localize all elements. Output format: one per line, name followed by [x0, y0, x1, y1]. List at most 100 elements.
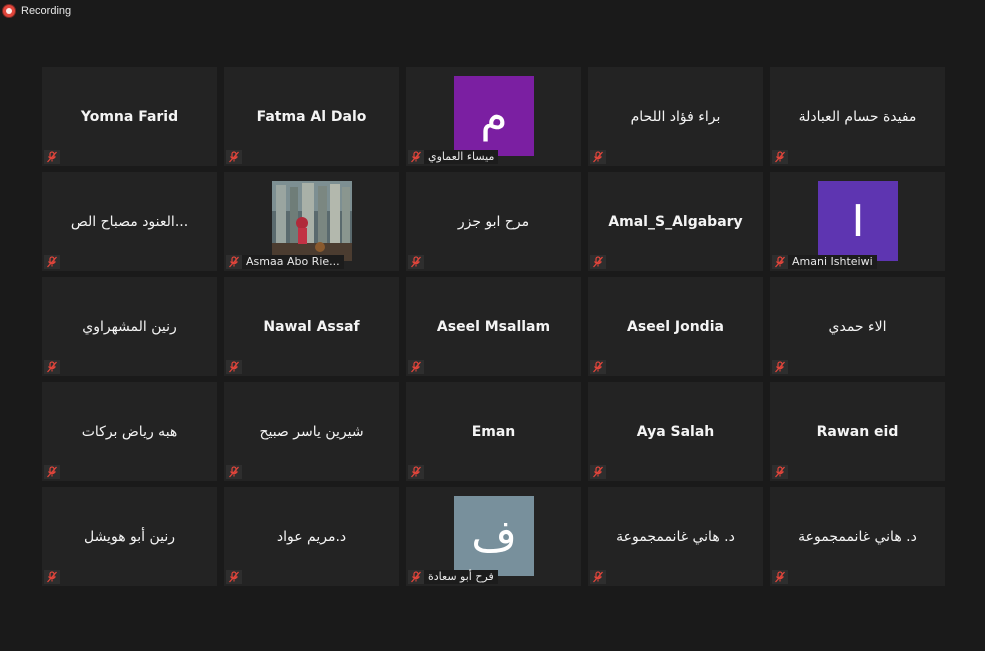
muted-mic-icon	[408, 150, 424, 164]
participant-tile[interactable]: رنين المشهراوي	[42, 277, 217, 376]
participant-tile[interactable]: رنين أبو هويشل	[42, 487, 217, 586]
muted-mic-icon	[229, 571, 239, 583]
muted-mic-icon	[593, 256, 603, 268]
muted-mic-icon	[408, 360, 424, 374]
participant-tile[interactable]: شيرين ياسر صبيح	[224, 382, 399, 481]
muted-mic-icon	[775, 151, 785, 163]
participant-gallery: Yomna Farid Fatma Al Dalo م ميساء العماوي بر…	[42, 67, 945, 586]
muted-mic-icon	[590, 360, 606, 374]
avatar: ف	[454, 496, 534, 576]
muted-mic-icon	[411, 466, 421, 478]
muted-mic-icon	[590, 570, 606, 584]
muted-mic-icon	[590, 150, 606, 164]
participant-name: Eman	[471, 423, 516, 440]
participant-tile[interactable]: Fatma Al Dalo	[224, 67, 399, 166]
muted-mic-icon	[226, 465, 242, 479]
participant-tile[interactable]: Aseel Msallam	[406, 277, 581, 376]
participant-tile[interactable]: Eman	[406, 382, 581, 481]
participant-tile[interactable]: مفيدة حسام العبادلة	[770, 67, 945, 166]
participant-tile[interactable]: مرح ابو جزر	[406, 172, 581, 271]
participant-tile[interactable]: Nawal Assaf	[224, 277, 399, 376]
participant-tile[interactable]: د.مريم عواد	[224, 487, 399, 586]
muted-mic-icon	[772, 150, 788, 164]
muted-mic-icon	[411, 256, 421, 268]
muted-mic-icon	[229, 466, 239, 478]
muted-mic-icon	[411, 361, 421, 373]
participant-tile[interactable]: Yomna Farid	[42, 67, 217, 166]
participant-tile[interactable]: Rawan eid	[770, 382, 945, 481]
participant-tile[interactable]: براء فؤاد اللحام	[588, 67, 763, 166]
participant-name: مفيدة حسام العبادلة	[798, 108, 917, 125]
recording-label: Recording	[21, 5, 72, 17]
muted-mic-icon	[593, 466, 603, 478]
participant-name-label: ميساء العماوي	[424, 150, 499, 164]
participant-name: العنود مصباح الص...	[70, 213, 189, 230]
participant-name: Fatma Al Dalo	[256, 108, 367, 125]
muted-mic-icon	[593, 361, 603, 373]
muted-mic-icon	[229, 151, 239, 163]
participant-name: رنين أبو هويشل	[83, 528, 176, 545]
muted-mic-icon	[772, 360, 788, 374]
muted-mic-icon	[229, 256, 239, 268]
muted-mic-icon	[772, 465, 788, 479]
recording-icon	[3, 5, 15, 17]
participant-tile[interactable]: الاء حمدي	[770, 277, 945, 376]
avatar: I	[818, 181, 898, 261]
muted-mic-icon	[772, 255, 788, 269]
participant-name-label: Amani Ishteiwi	[788, 255, 877, 269]
participant-name: Rawan eid	[816, 423, 899, 440]
muted-mic-icon	[226, 570, 242, 584]
participant-tile[interactable]: هبه رياض بركات	[42, 382, 217, 481]
muted-mic-icon	[44, 255, 60, 269]
participant-name-label: Asmaa Abo Rie...	[242, 255, 344, 269]
participant-tile[interactable]: العنود مصباح الص...	[42, 172, 217, 271]
muted-mic-icon	[47, 151, 57, 163]
muted-mic-icon	[47, 256, 57, 268]
muted-mic-icon	[44, 570, 60, 584]
participant-tile[interactable]: ف فرح أبو سعادة	[406, 487, 581, 586]
participant-name: مرح ابو جزر	[457, 213, 530, 230]
muted-mic-icon	[44, 465, 60, 479]
muted-mic-icon	[47, 361, 57, 373]
participant-name: Aya Salah	[636, 423, 715, 440]
muted-mic-icon	[226, 360, 242, 374]
participant-name: Nawal Assaf	[263, 318, 360, 335]
muted-mic-icon	[408, 255, 424, 269]
muted-mic-icon	[775, 256, 785, 268]
participant-tile[interactable]: I Amani Ishteiwi	[770, 172, 945, 271]
participant-photo	[272, 181, 352, 261]
participant-tile[interactable]: Asmaa Abo Rie...	[224, 172, 399, 271]
participant-name: Amal_S_Algabary	[608, 213, 743, 230]
participant-name: د. هاني غانممجموعة	[616, 528, 735, 545]
muted-mic-icon	[590, 255, 606, 269]
participant-tile[interactable]: Aya Salah	[588, 382, 763, 481]
participant-name: هبه رياض بركات	[81, 423, 178, 440]
participant-tile[interactable]: Aseel Jondia	[588, 277, 763, 376]
participant-tile[interactable]: د. هاني غانممجموعة	[588, 487, 763, 586]
muted-mic-icon	[775, 571, 785, 583]
participant-name: د. هاني غانممجموعة	[798, 528, 917, 545]
participant-name: رنين المشهراوي	[82, 318, 177, 335]
muted-mic-icon	[593, 151, 603, 163]
avatar: م	[454, 76, 534, 156]
muted-mic-icon	[226, 255, 242, 269]
muted-mic-icon	[44, 360, 60, 374]
participant-name-label: فرح أبو سعادة	[424, 570, 498, 584]
muted-mic-icon	[775, 466, 785, 478]
muted-mic-icon	[408, 465, 424, 479]
participant-name: شيرين ياسر صبيح	[259, 423, 364, 440]
participant-name: Aseel Msallam	[436, 318, 551, 335]
participant-name: Yomna Farid	[80, 108, 179, 125]
participant-tile[interactable]: Amal_S_Algabary	[588, 172, 763, 271]
participant-name: براء فؤاد اللحام	[630, 108, 721, 125]
participant-tile[interactable]: م ميساء العماوي	[406, 67, 581, 166]
muted-mic-icon	[593, 571, 603, 583]
muted-mic-icon	[411, 571, 421, 583]
muted-mic-icon	[772, 570, 788, 584]
muted-mic-icon	[775, 361, 785, 373]
participant-name: Aseel Jondia	[627, 318, 724, 335]
recording-indicator[interactable]: Recording	[0, 0, 71, 22]
participant-tile[interactable]: د. هاني غانممجموعة	[770, 487, 945, 586]
muted-mic-icon	[44, 150, 60, 164]
participant-name: د.مريم عواد	[276, 528, 347, 545]
